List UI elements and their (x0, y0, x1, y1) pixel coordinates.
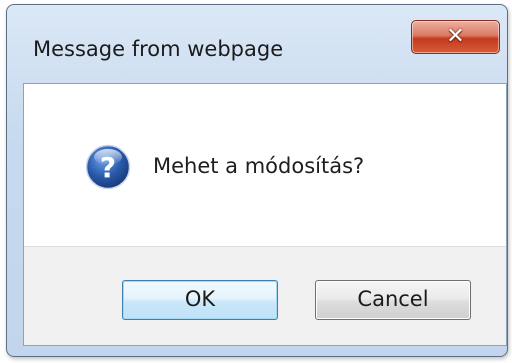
ok-button[interactable]: OK (122, 280, 278, 320)
dialog-title: Message from webpage (33, 37, 284, 61)
button-bar: OK Cancel (24, 246, 506, 345)
message-dialog: Message from webpage ✕ ? Mehet a módosít… (6, 4, 508, 357)
close-icon: ✕ (446, 24, 465, 49)
message-area: ? Mehet a módosítás? (24, 84, 506, 246)
svg-text:?: ? (100, 151, 116, 184)
message-text: Mehet a módosítás? (153, 154, 365, 178)
question-icon: ? (85, 144, 131, 190)
cancel-button[interactable]: Cancel (315, 280, 471, 320)
dialog-body: ? Mehet a módosítás? OK Cancel (23, 83, 507, 346)
close-button[interactable]: ✕ (411, 20, 500, 54)
title-bar[interactable]: Message from webpage ✕ (7, 5, 507, 83)
